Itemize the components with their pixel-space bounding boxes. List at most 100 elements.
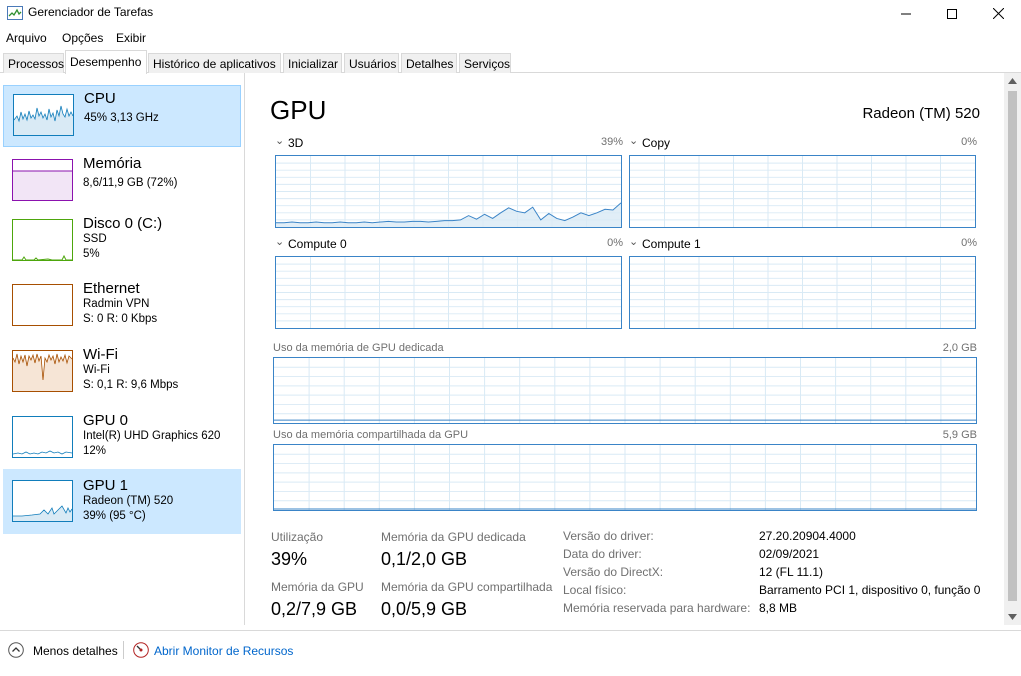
- shared-memory-label: Uso da memória compartilhada da GPU: [273, 429, 469, 441]
- scroll-down-icon[interactable]: [1008, 614, 1017, 620]
- driver-version-value: 27.20.20904.4000: [759, 529, 856, 543]
- collapse-chevron-icon[interactable]: [8, 642, 24, 658]
- sidebar-item-detail: Radeon (TM) 520: [83, 495, 174, 507]
- driver-date-value: 02/09/2021: [759, 547, 820, 561]
- maximize-icon: [947, 8, 957, 19]
- utilization-value: 39%: [271, 549, 308, 569]
- tab-usuarios[interactable]: Usuários: [344, 53, 399, 73]
- scroll-up-icon[interactable]: [1008, 78, 1017, 84]
- sidebar-item-detail: S: 0,1 R: 9,6 Mbps: [83, 379, 179, 391]
- gpu0-thumbnail-graph: [12, 416, 73, 458]
- chevron-down-icon[interactable]: ⌄: [629, 134, 638, 147]
- sidebar-item-detail: 12%: [83, 445, 107, 457]
- gpu-memory-label: Memória da GPU: [271, 580, 364, 594]
- shared-memory-graph: [273, 444, 977, 511]
- tab-servicos[interactable]: Serviços: [459, 53, 511, 73]
- minimize-button[interactable]: [883, 0, 929, 27]
- menu-bar: Arquivo Opções Exibir: [0, 28, 1021, 48]
- engine-compute1-value: 0%: [961, 237, 977, 249]
- ethernet-thumbnail-graph: [12, 284, 73, 326]
- menu-opcoes[interactable]: Opções: [62, 31, 103, 45]
- main-panel: GPU Radeon (TM) 520 ⌄ 3D 39% ⌄ Copy 0% ⌄…: [246, 73, 1004, 625]
- physical-location-label: Local físico:: [563, 583, 627, 597]
- minimize-icon: [901, 13, 911, 14]
- footer: Menos detalhes Abrir Monitor de Recursos: [0, 630, 1021, 676]
- vertical-scrollbar[interactable]: [1004, 73, 1021, 625]
- engine-compute0-label[interactable]: Compute 0: [288, 237, 347, 251]
- physical-location-value: Barramento PCI 1, dispositivo 0, função …: [759, 583, 981, 597]
- scrollbar-thumb[interactable]: [1008, 91, 1017, 601]
- wifi-thumbnail-graph: [12, 350, 73, 392]
- gpu-memory-value: 0,2/7,9 GB: [271, 599, 358, 619]
- open-resource-monitor-link[interactable]: Abrir Monitor de Recursos: [154, 644, 293, 658]
- sidebar-item-label: Ethernet: [83, 280, 140, 297]
- sidebar-item-detail: 39% (95 °C): [83, 510, 146, 522]
- sidebar-item-detail: Wi-Fi: [83, 364, 110, 376]
- maximize-button[interactable]: [929, 0, 975, 27]
- tab-processos[interactable]: Processos: [3, 53, 64, 73]
- dedicated-memory-max: 2,0 GB: [942, 342, 977, 354]
- hardware-reserved-label: Memória reservada para hardware:: [563, 601, 751, 615]
- sidebar-item-label: GPU 0: [83, 412, 129, 429]
- shared-stat-value: 0,0/5,9 GB: [381, 599, 468, 619]
- sidebar-item-detail: 5%: [83, 248, 100, 260]
- sidebar-item-detail: 8,6/11,9 GB (72%): [83, 177, 178, 189]
- dedicated-memory-label: Uso da memória de GPU dedicada: [273, 342, 444, 354]
- sidebar-item-label: Wi-Fi: [83, 346, 118, 363]
- chevron-down-icon[interactable]: ⌄: [275, 134, 284, 147]
- close-button[interactable]: [975, 0, 1021, 27]
- sidebar-item-gpu0[interactable]: GPU 0 Intel(R) UHD Graphics 620 12%: [3, 408, 241, 470]
- sidebar-item-detail: Radmin VPN: [83, 298, 150, 310]
- directx-version-value: 12 (FL 11.1): [759, 565, 824, 579]
- driver-date-label: Data do driver:: [563, 547, 642, 561]
- tab-historico[interactable]: Histórico de aplicativos: [148, 53, 281, 73]
- chevron-down-icon[interactable]: ⌄: [275, 235, 284, 248]
- sidebar-item-detail: SSD: [83, 233, 107, 245]
- hardware-reserved-value: 8,8 MB: [759, 601, 798, 615]
- dedicated-memory-graph: [273, 357, 977, 424]
- sidebar-item-memoria[interactable]: Memória 8,6/11,9 GB (72%): [3, 151, 241, 213]
- page-title: GPU: [270, 95, 327, 125]
- device-name: Radeon (TM) 520: [862, 105, 980, 122]
- sidebar-item-label: GPU 1: [83, 477, 129, 494]
- task-manager-icon: [7, 6, 23, 20]
- chevron-down-icon[interactable]: ⌄: [629, 235, 638, 248]
- resource-monitor-icon[interactable]: [133, 642, 149, 658]
- menu-arquivo[interactable]: Arquivo: [6, 31, 47, 45]
- utilization-label: Utilização: [271, 530, 324, 544]
- engine-compute1-graph: [629, 256, 976, 329]
- menu-exibir[interactable]: Exibir: [116, 31, 146, 45]
- engine-3d-graph: [275, 155, 622, 228]
- tab-detalhes[interactable]: Detalhes: [401, 53, 457, 73]
- sidebar-item-label: Disco 0 (C:): [83, 215, 163, 232]
- disk-thumbnail-graph: [12, 219, 73, 261]
- shared-stat-label: Memória da GPU compartilhada: [381, 580, 553, 594]
- engine-compute0-value: 0%: [607, 237, 623, 249]
- sidebar-item-wifi[interactable]: Wi-Fi Wi-Fi S: 0,1 R: 9,6 Mbps: [3, 342, 241, 404]
- engine-copy-graph: [629, 155, 976, 228]
- cpu-thumbnail-graph: [13, 94, 74, 136]
- sidebar-item-detail: 45% 3,13 GHz: [84, 112, 159, 124]
- window-title: Gerenciador de Tarefas: [28, 5, 154, 19]
- engine-3d-label[interactable]: 3D: [288, 136, 303, 150]
- footer-divider: [123, 641, 124, 659]
- sidebar-item-detail: Intel(R) UHD Graphics 620: [83, 430, 221, 442]
- sidebar-item-cpu[interactable]: CPU 45% 3,13 GHz: [3, 85, 241, 147]
- engine-copy-value: 0%: [961, 136, 977, 148]
- sidebar-item-gpu1[interactable]: GPU 1 Radeon (TM) 520 39% (95 °C): [3, 469, 241, 534]
- sidebar-item-label: CPU: [84, 90, 116, 107]
- tab-inicializar[interactable]: Inicializar: [283, 53, 342, 73]
- engine-compute1-label[interactable]: Compute 1: [642, 237, 701, 251]
- tab-desempenho[interactable]: Desempenho: [65, 50, 147, 74]
- dedicated-stat-value: 0,1/2,0 GB: [381, 549, 468, 569]
- title-bar: Gerenciador de Tarefas: [0, 0, 1021, 27]
- sidebar-item-disco[interactable]: Disco 0 (C:) SSD 5%: [3, 211, 241, 273]
- sidebar-item-label: Memória: [83, 155, 142, 172]
- memory-thumbnail-graph: [12, 159, 73, 201]
- less-details-button[interactable]: Menos detalhes: [33, 644, 118, 658]
- gpu1-thumbnail-graph: [12, 480, 73, 522]
- dedicated-stat-label: Memória da GPU dedicada: [381, 530, 526, 544]
- engine-copy-label[interactable]: Copy: [642, 136, 670, 150]
- engine-compute0-graph: [275, 256, 622, 329]
- sidebar-item-ethernet[interactable]: Ethernet Radmin VPN S: 0 R: 0 Kbps: [3, 276, 241, 338]
